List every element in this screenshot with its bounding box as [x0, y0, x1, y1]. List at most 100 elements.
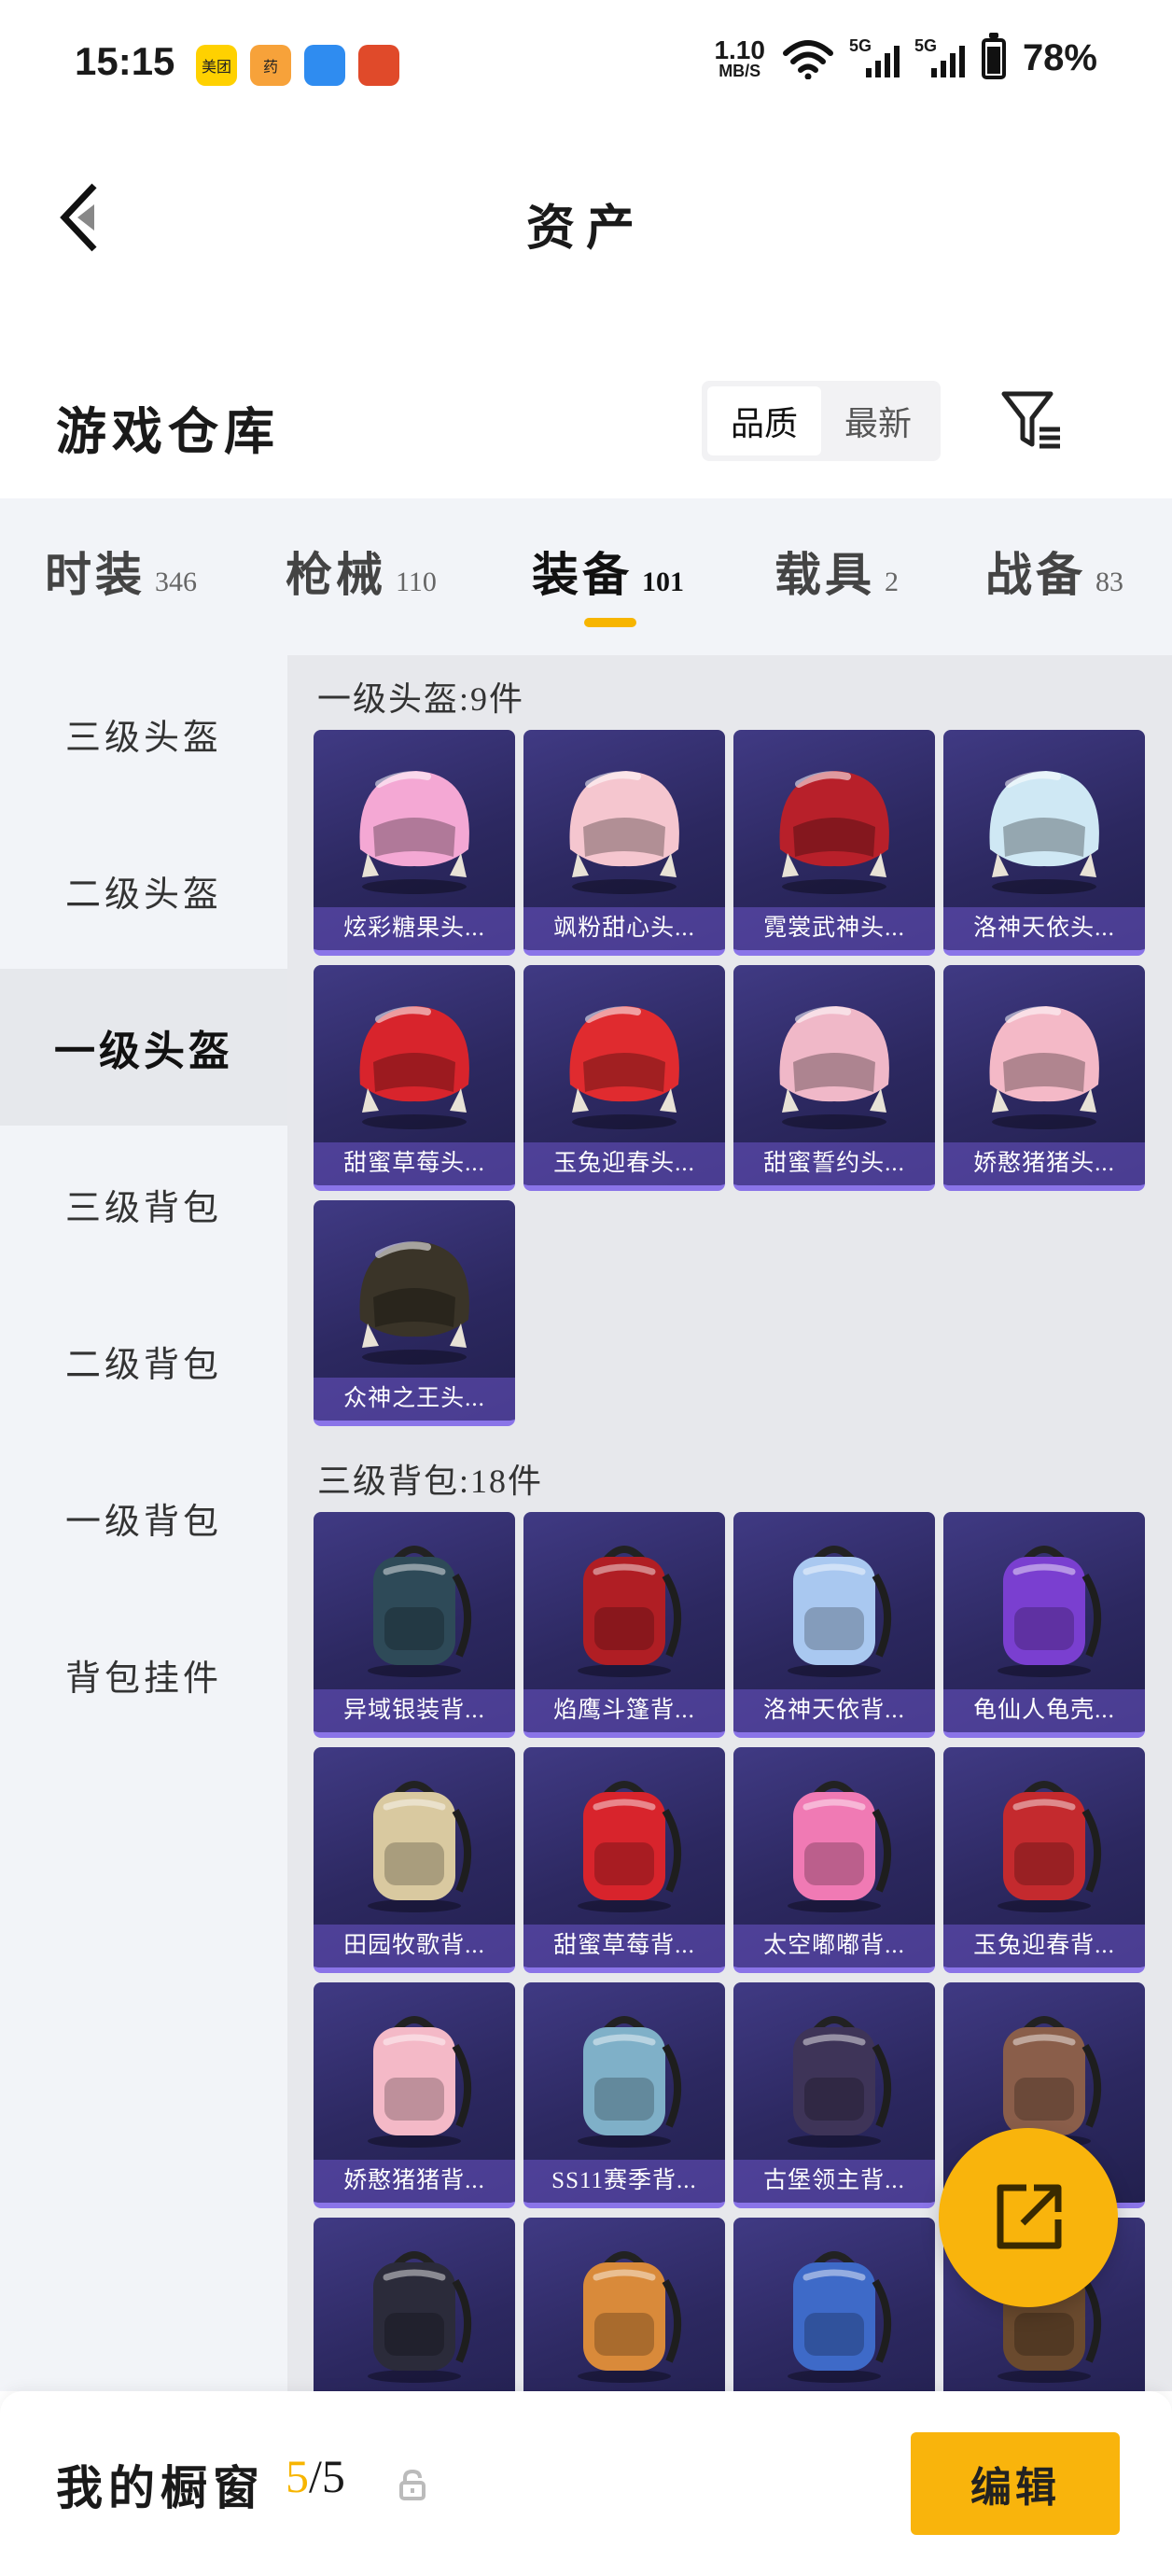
tab-name: 时装	[45, 549, 146, 601]
meituan-app-icon: 美团	[196, 45, 237, 86]
backpack-item-card[interactable]: 田园牧歌背...	[314, 1747, 515, 1973]
share-fab-button[interactable]	[939, 2128, 1118, 2307]
item-name: 异域银装背...	[314, 1689, 515, 1732]
backpack-icon	[578, 1546, 681, 1677]
helmet-icon	[569, 771, 679, 894]
backpack-item-card[interactable]	[523, 2218, 725, 2391]
backpack-icon	[578, 1781, 681, 1912]
sidebar-item-5[interactable]: 一级背包	[0, 1439, 287, 1596]
signal-1-label: 5G	[848, 35, 872, 55]
backpack-icon	[368, 2251, 471, 2383]
backpack-icon	[788, 1546, 891, 1677]
helmet-icon	[989, 1006, 1099, 1129]
sidebar-item-6[interactable]: 背包挂件	[0, 1596, 287, 1753]
sidebar-item-4[interactable]: 二级背包	[0, 1282, 287, 1439]
helmet-item-card[interactable]: 飒粉甜心头...	[523, 730, 725, 956]
item-name: 娇憨猪猪头...	[943, 1142, 1145, 1185]
sort-toggle: 品质 最新	[702, 381, 941, 461]
helmet-item-card[interactable]: 甜蜜草莓头...	[314, 965, 515, 1191]
helmet-item-card[interactable]: 玉兔迎春头...	[523, 965, 725, 1191]
lock-icon	[399, 2469, 426, 2500]
page-title: 资产	[525, 203, 646, 256]
backpack-item-card[interactable]: 甜蜜草莓背...	[523, 1747, 725, 1973]
warehouse-title: 游戏仓库	[56, 404, 280, 460]
backpack-icon	[368, 2016, 471, 2148]
backpack-item-card[interactable]: 古堡领主背...	[733, 1982, 935, 2208]
game-app-icon	[358, 45, 399, 86]
item-name: 甜蜜草莓背...	[523, 1925, 725, 1967]
tab-name: 装备	[532, 549, 633, 601]
helmet-item-card[interactable]: 洛神天依头...	[943, 730, 1145, 956]
tab-name: 载具	[774, 549, 875, 601]
tab-count: 346	[155, 567, 197, 597]
item-name: 太空嘟嘟背...	[733, 1925, 935, 1967]
backpack-item-card[interactable]	[314, 2218, 515, 2391]
helmet-item-card[interactable]: 霓裳武神头...	[733, 730, 935, 956]
backpack-item-card[interactable]: 焰鹰斗篷背...	[523, 1512, 725, 1738]
battery-percent: 78%	[1022, 37, 1097, 78]
battery-icon	[981, 32, 1006, 79]
sidebar-item-0[interactable]: 三级头盔	[0, 655, 287, 812]
filter-button[interactable]	[995, 383, 1069, 457]
tab-name: 枪械	[286, 549, 386, 601]
helmet-icon	[779, 771, 889, 894]
helmet-icon	[359, 771, 469, 894]
status-time: 15:15	[75, 39, 175, 83]
backpack-icon	[578, 2251, 681, 2383]
sidebar-item-2[interactable]: 一级头盔	[0, 969, 287, 1126]
section-title: 一级头盔:9件	[317, 680, 525, 718]
showcase-label: 我的橱窗	[56, 2462, 265, 2514]
item-name: 玉兔迎春头...	[523, 1142, 725, 1185]
backpack-item-card[interactable]: 洛神天依背...	[733, 1512, 935, 1738]
edit-button[interactable]: 编辑	[911, 2432, 1120, 2535]
backpack-item-card[interactable]: 娇憨猪猪背...	[314, 1982, 515, 2208]
tab-4[interactable]: 战备 83	[985, 538, 1123, 605]
signal-1-icon: 5G	[849, 36, 900, 77]
backpack-item-card[interactable]: 太空嘟嘟背...	[733, 1747, 935, 1973]
signal-2-icon: 5G	[914, 36, 965, 77]
sidebar-item-1[interactable]: 二级头盔	[0, 812, 287, 969]
helmet-item-card[interactable]: 娇憨猪猪头...	[943, 965, 1145, 1191]
tab-3[interactable]: 载具 2	[774, 538, 899, 605]
helmet-icon	[359, 1006, 469, 1129]
sort-option-1[interactable]: 最新	[821, 386, 935, 455]
category-tabs: 时装 346 枪械 110 装备 101 载具 2 战备 83	[0, 498, 1172, 655]
backpack-icon	[998, 1781, 1101, 1912]
sidebar-item-3[interactable]: 三级背包	[0, 1126, 287, 1282]
filter-icon	[1001, 391, 1060, 449]
net-speed-unit: MB/S	[719, 61, 761, 80]
tab-2[interactable]: 装备 101	[532, 538, 684, 605]
item-name: 霓裳武神头...	[733, 907, 935, 950]
helmet-item-card[interactable]: 甜蜜誓约头...	[733, 965, 935, 1191]
item-name: 古堡领主背...	[733, 2160, 935, 2203]
net-speed-value: 1.10	[714, 35, 765, 64]
item-name: 龟仙人龟壳...	[943, 1689, 1145, 1732]
helmet-item-card[interactable]: 众神之王头...	[314, 1200, 515, 1426]
warehouse-header: 游戏仓库 品质 最新	[0, 364, 1172, 476]
item-name: 众神之王头...	[314, 1378, 515, 1421]
signal-2-label: 5G	[914, 35, 937, 55]
backpack-icon	[368, 1546, 471, 1677]
external-link-icon	[997, 2184, 1062, 2249]
item-name: 甜蜜草莓头...	[314, 1142, 515, 1185]
tab-0[interactable]: 时装 346	[45, 538, 197, 605]
item-name: 甜蜜誓约头...	[733, 1142, 935, 1185]
backpack-item-card[interactable]	[733, 2218, 935, 2391]
tab-count: 110	[396, 567, 437, 597]
showcase-count-total: /5	[309, 2450, 345, 2502]
tab-1[interactable]: 枪械 110	[286, 538, 437, 605]
net-speed: 1.10 MB/S	[714, 35, 765, 80]
item-name: SS11赛季背...	[523, 2160, 725, 2203]
helmet-item-card[interactable]: 炫彩糖果头...	[314, 730, 515, 956]
status-bar: 15:15 美团药 1.10 MB/S 5G 5G 78%	[0, 0, 1172, 131]
backpack-item-card[interactable]: 龟仙人龟壳...	[943, 1512, 1145, 1738]
item-grid: 炫彩糖果头... 飒粉甜心头... 霓裳武神头... 洛神天依头... 甜蜜草莓头...…	[314, 730, 1145, 1426]
helmet-icon	[989, 771, 1099, 894]
backpack-icon	[788, 1781, 891, 1912]
backpack-item-card[interactable]: SS11赛季背...	[523, 1982, 725, 2208]
backpack-item-card[interactable]: 异域银装背...	[314, 1512, 515, 1738]
showcase-count: 5/5	[286, 2449, 345, 2503]
backpack-item-card[interactable]: 玉兔迎春背...	[943, 1747, 1145, 1973]
item-name: 娇憨猪猪背...	[314, 2160, 515, 2203]
sort-option-0[interactable]: 品质	[707, 386, 821, 455]
